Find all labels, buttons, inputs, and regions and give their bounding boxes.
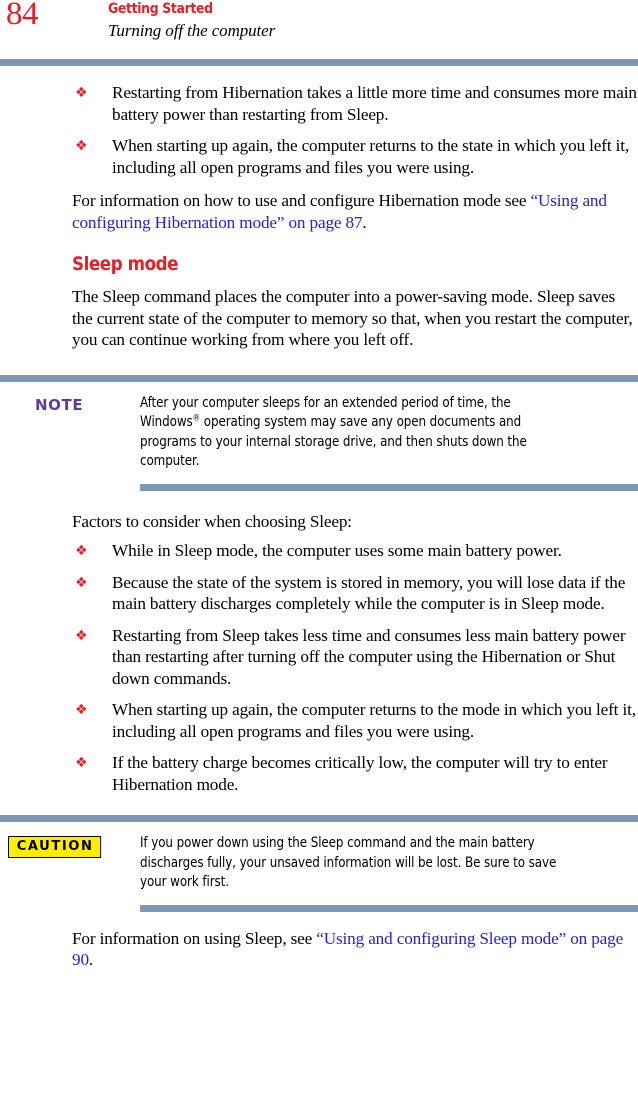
diamond-bullet-icon: ❖ (75, 627, 88, 644)
sleep-mode-intro-paragraph: The Sleep command places the computer in… (72, 287, 633, 349)
registered-trademark-icon: ® (192, 413, 201, 424)
list-item: ❖ Restarting from Hibernation takes a li… (72, 82, 638, 125)
xref-lead-in: For information on using Sleep, see (72, 928, 317, 948)
diamond-bullet-icon: ❖ (75, 574, 88, 591)
running-head: Getting Started Turning off the computer (108, 0, 275, 42)
caution-block: CAUTION If you power down using the Slee… (0, 822, 638, 905)
note-label-cell: NOTE (0, 394, 140, 414)
list-item-text: Restarting from Sleep takes less time an… (112, 625, 626, 688)
sleep-crossreference-section: For information on using Sleep, see “Usi… (0, 928, 638, 971)
note-bottom-rule (140, 483, 638, 491)
sleep-factors-section: Factors to consider when choosing Sleep:… (0, 511, 638, 796)
sleep-factors-bullet-list: ❖ While in Sleep mode, the computer uses… (72, 540, 638, 795)
header-section-title: Turning off the computer (108, 21, 276, 40)
header-chapter-title: Getting Started (108, 1, 213, 17)
sleep-crossreference-paragraph: For information on using Sleep, see “Usi… (72, 928, 638, 971)
list-item-text: If the battery charge becomes critically… (112, 753, 608, 794)
note-label: NOTE (35, 395, 84, 414)
diamond-bullet-icon: ❖ (75, 138, 88, 154)
page-number: 84 (6, 0, 39, 32)
diamond-bullet-icon: ❖ (75, 85, 88, 101)
diamond-bullet-icon: ❖ (75, 755, 88, 771)
note-top-rule (0, 374, 638, 382)
list-item-text: Because the state of the system is store… (112, 572, 626, 614)
list-item: ❖ Restarting from Sleep takes less time … (72, 625, 638, 690)
diamond-bullet-icon: ❖ (75, 543, 88, 559)
page-header: 84 Getting Started Turning off the compu… (0, 0, 638, 59)
header-divider-rule (0, 59, 638, 66)
list-item-text: While in Sleep mode, the computer uses s… (112, 541, 562, 560)
list-item: ❖ If the battery charge becomes critical… (72, 752, 638, 795)
note-body: After your computer sleeps for an extend… (140, 394, 558, 472)
list-item: ❖ Because the state of the system is sto… (72, 572, 638, 615)
list-item: ❖ When starting up again, the computer r… (72, 699, 638, 742)
caution-top-rule (0, 815, 638, 822)
page-title: Sleep mode (72, 253, 179, 275)
caution-bottom-rule (140, 904, 638, 912)
factors-lead-in: Factors to consider when choosing Sleep: (72, 511, 352, 531)
diamond-bullet-icon: ❖ (75, 702, 88, 718)
caution-body: If you power down using the Sleep comman… (140, 835, 557, 890)
list-item: ❖ When starting up again, the computer r… (72, 135, 638, 178)
hibernation-section: ❖ Restarting from Hibernation takes a li… (0, 82, 638, 351)
list-item-text: When starting up again, the computer ret… (112, 700, 636, 741)
caution-label: CAUTION (8, 836, 102, 858)
hibernation-bullet-list: ❖ Restarting from Hibernation takes a li… (72, 82, 638, 178)
list-item-text: Restarting from Hibernation takes a litt… (112, 83, 637, 124)
list-item: ❖ While in Sleep mode, the computer uses… (72, 540, 638, 562)
list-item-text: When starting up again, the computer ret… (112, 136, 630, 177)
xref-lead-in: For information on how to use and config… (72, 191, 531, 210)
xref-tail: . (88, 950, 94, 969)
note-block: NOTE After your computer sleeps for an e… (0, 382, 638, 484)
hibernation-crossreference-paragraph: For information on how to use and config… (72, 190, 638, 233)
xref-tail: . (362, 212, 367, 232)
caution-label-cell: CAUTION (0, 834, 140, 858)
